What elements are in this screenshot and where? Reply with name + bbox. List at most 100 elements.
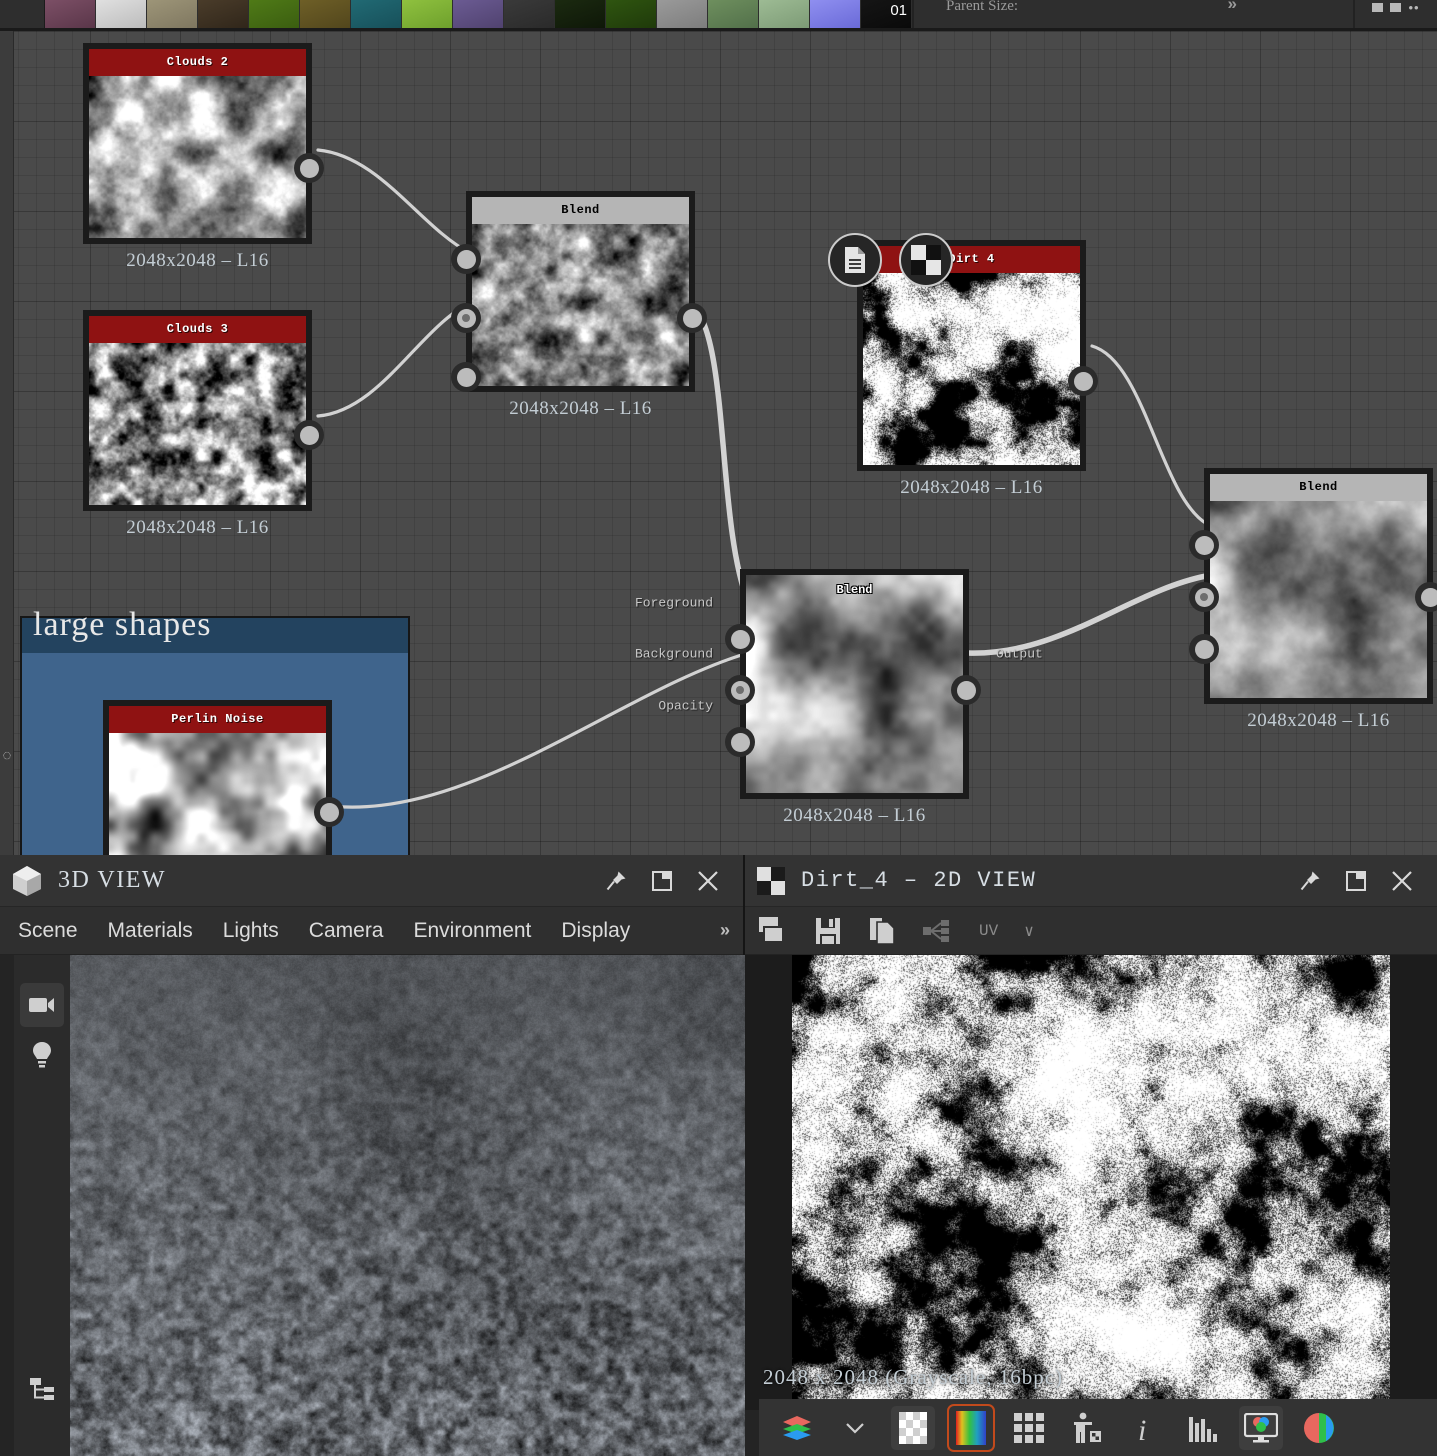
node-input-port-background[interactable] [451,303,481,333]
node-thumbnail[interactable] [863,273,1080,465]
node-clouds-2[interactable]: Clouds 2 2048x2048 – L16 [83,43,324,272]
info-button[interactable]: i [1123,1406,1167,1450]
toolbar-thumb-11[interactable] [555,0,605,28]
node-input-port-background[interactable] [725,675,755,705]
menu-item-display[interactable]: Display [561,919,630,943]
graph-link-button[interactable] [919,914,953,948]
graph-gutter-icon[interactable]: ◌ [0,741,14,771]
layers-button[interactable] [775,1406,819,1450]
toolbar-thumb-4[interactable] [198,0,248,28]
node-input-port-foreground[interactable] [725,624,755,654]
node-blend-1[interactable]: Blend 2048x2048 – L16 [451,191,707,420]
node-thumbnail[interactable] [1210,501,1427,698]
node-thumbnail[interactable] [89,343,306,505]
toolbar-thumb-14[interactable] [708,0,758,28]
node-output-port[interactable] [294,420,324,450]
parent-size-field[interactable]: Parent Size: » [912,0,1355,28]
viewport-3d-render[interactable] [70,955,745,1456]
menu-item-environment[interactable]: Environment [414,919,532,943]
close-button[interactable] [685,861,731,901]
toolbar-thumb-8[interactable] [402,0,452,28]
pin-button[interactable] [593,861,639,901]
toolbar-thumb-9[interactable] [453,0,503,28]
document-icon-badge[interactable] [828,233,882,287]
toolbar-thumb-3[interactable] [147,0,197,28]
layers-dropdown[interactable] [833,1406,877,1450]
square-icon-b[interactable] [1390,2,1402,12]
node-dirt-4[interactable]: Dirt 4 2048x2048 – L16 [857,240,1098,499]
node-input-port-background[interactable] [1189,582,1219,612]
node-perlin-noise[interactable]: Perlin Noise [103,700,344,855]
render-canvas[interactable] [70,955,745,1456]
panel-2d-bottom-toolbar[interactable]: i [759,1399,1437,1456]
color-management-button[interactable] [1239,1405,1283,1450]
hierarchy-tool-button[interactable] [20,1367,64,1411]
toolbar-thumb-12[interactable] [606,0,656,28]
node-input-port-opacity[interactable] [725,727,755,757]
node-input-port-foreground[interactable] [1189,530,1219,560]
chevron-down-icon[interactable]: ∨ [1024,921,1034,941]
color-ramp-button[interactable] [947,1403,995,1452]
toolbar-thumb-16[interactable] [810,0,860,28]
maximize-button[interactable] [1333,861,1379,901]
panel-3d-menubar[interactable]: Scene Materials Lights Camera Environment Dis… [0,907,743,955]
node-blend-3[interactable]: Blend 2048x2048 – L16 [1189,468,1437,732]
toolbar-thumb-5[interactable] [249,0,299,28]
node-output-port[interactable] [1068,366,1098,396]
chevron-right-icon[interactable]: » [1228,0,1238,14]
panel-3d-title: 3D VIEW [58,867,167,893]
histogram-button[interactable] [1181,1406,1225,1450]
toolbar-thumb-17[interactable]: 01 [861,0,911,28]
toolbar-thumb-13[interactable] [657,0,707,28]
node-thumbnail[interactable] [109,733,326,855]
node-output-port[interactable] [1415,582,1437,612]
toolbar-thumb-2[interactable] [96,0,146,28]
node-input-port-opacity[interactable] [1189,634,1219,664]
menu-item-lights[interactable]: Lights [223,919,279,943]
node-thumbnail[interactable] [89,76,306,238]
node-caption: 2048x2048 – L16 [126,250,269,271]
node-graph-canvas[interactable]: large shapes Clouds 2 2048x2048 – L16 Cl… [0,31,1437,855]
toolbar-thumbnail-strip[interactable]: 01 [45,0,912,28]
tiling-grid-button[interactable] [1007,1406,1051,1450]
node-input-port-foreground[interactable] [451,244,481,274]
menu-item-camera[interactable]: Camera [309,919,384,943]
camera-tool-button[interactable] [20,983,64,1027]
node-output-port[interactable] [951,675,981,705]
menu-overflow-icon[interactable]: » [720,920,730,941]
node-title: Clouds 3 [89,316,306,343]
toolbar-thumb-15[interactable] [759,0,809,28]
maximize-button[interactable] [639,861,685,901]
node-blend-2[interactable]: Blend 2048x2048 – L16 [725,569,981,827]
node-input-port-opacity[interactable] [451,362,481,392]
pin-button[interactable] [1287,861,1333,901]
toolbar-thumb-7[interactable] [351,0,401,28]
close-button[interactable] [1379,861,1425,901]
light-tool-button[interactable] [20,1033,64,1077]
node-output-port[interactable] [294,153,324,183]
toolbar-thumb-1[interactable] [45,0,95,28]
menu-item-materials[interactable]: Materials [108,919,193,943]
texture-canvas[interactable] [792,955,1390,1410]
node-thumbnail[interactable] [746,575,963,793]
toolbar-thumb-10[interactable] [504,0,554,28]
save-button[interactable] [811,914,845,948]
duplicate-view-button[interactable] [757,914,791,948]
panel-3d-tool-rail[interactable] [14,955,70,1456]
checker-icon-badge[interactable] [899,233,953,287]
channel-split-button[interactable] [1297,1406,1341,1450]
node-output-port[interactable] [314,797,344,827]
more-dots-icon[interactable]: •• [1408,0,1419,15]
panel-2d-toolbar[interactable]: UV ∨ [745,907,1437,955]
toolbar-thumb-6[interactable] [300,0,350,28]
square-icon-a[interactable] [1372,2,1384,12]
node-output-port[interactable] [677,303,707,333]
toolbar-right-controls[interactable]: •• [1355,0,1437,21]
node-clouds-3[interactable]: Clouds 3 2048x2048 – L16 [83,310,324,539]
copy-button[interactable] [865,914,899,948]
menu-item-scene[interactable]: Scene [18,919,78,943]
node-thumbnail[interactable] [472,224,689,386]
viewport-2d-image[interactable] [792,955,1390,1410]
scale-reference-button[interactable] [1065,1406,1109,1450]
alpha-checker-button[interactable] [891,1405,935,1450]
